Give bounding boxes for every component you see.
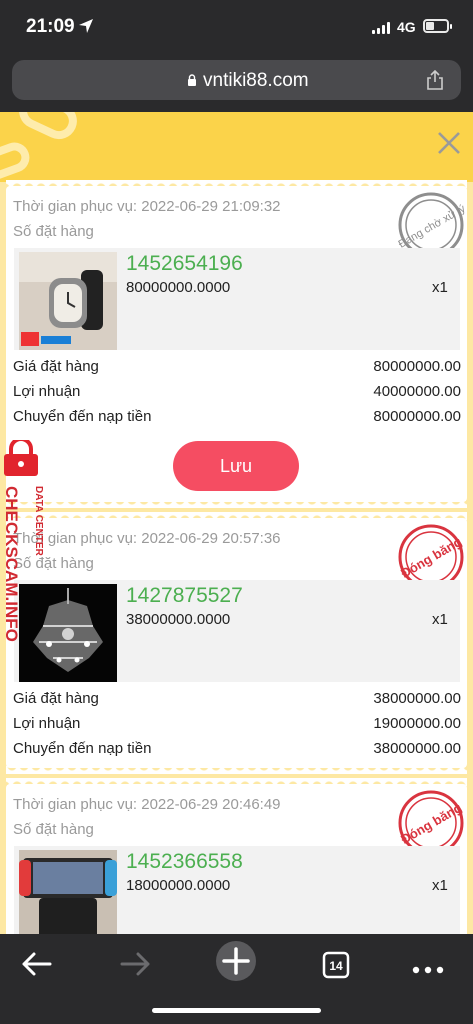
service-time: Thời gian phục vụ: 2022-06-29 21:09:32 xyxy=(13,198,281,215)
product-price: 80000000.0000 xyxy=(126,279,231,296)
order-card: Thời gian phục vụ: 2022-06-29 20:46:49 S… xyxy=(6,784,467,934)
address-bar[interactable]: vntiki88.com xyxy=(12,60,461,100)
profit-row: Lợi nhuận 40000000.00 xyxy=(13,383,461,400)
order-card: Thời gian phục vụ: 2022-06-29 21:09:32 S… xyxy=(6,186,467,508)
signal-icon xyxy=(372,22,390,34)
watermark: DATA CENTER CHECKSCAM.INFO xyxy=(2,440,44,642)
order-number-label: Số đặt hàng xyxy=(13,223,94,240)
tabs-icon[interactable]: 14 xyxy=(320,944,352,984)
forward-arrow-icon[interactable] xyxy=(116,944,154,984)
product-box[interactable]: 1452654196 80000000.0000 x1 xyxy=(14,248,460,350)
product-qty: x1 xyxy=(432,611,448,628)
product-price: 18000000.0000 xyxy=(126,877,231,894)
transfer-row: Chuyển đến nạp tiền 38000000.00 xyxy=(13,740,461,757)
network-type: 4G xyxy=(397,19,416,35)
product-image-console xyxy=(19,850,117,934)
product-qty: x1 xyxy=(432,279,448,296)
stamp-text: Đóng băng xyxy=(398,800,464,847)
location-arrow-icon xyxy=(79,19,93,33)
stamp-text: Đóng băng xyxy=(398,534,464,581)
order-card: Thời gian phục vụ: 2022-06-29 20:57:36 S… xyxy=(6,518,467,774)
product-price: 38000000.0000 xyxy=(126,611,231,628)
product-qty: x1 xyxy=(432,877,448,894)
product-image-watch xyxy=(19,252,117,350)
product-box[interactable]: 1427875527 38000000.0000 x1 xyxy=(14,580,460,682)
watermark-line1: DATA CENTER xyxy=(33,486,44,557)
service-time: Thời gian phục vụ: 2022-06-29 20:46:49 xyxy=(13,796,281,813)
close-icon[interactable] xyxy=(436,130,462,156)
more-icon[interactable] xyxy=(410,944,446,984)
transfer-row: Chuyển đến nạp tiền 80000000.00 xyxy=(13,408,461,425)
product-id: 1452654196 xyxy=(126,252,243,275)
order-page: Thời gian phục vụ: 2022-06-29 21:09:32 S… xyxy=(0,112,473,934)
order-price-row: Giá đặt hàng 38000000.00 xyxy=(13,690,461,707)
product-box[interactable]: 1452366558 18000000.0000 x1 xyxy=(14,846,460,934)
service-time: Thời gian phục vụ: 2022-06-29 20:57:36 xyxy=(13,530,281,547)
product-id: 1427875527 xyxy=(126,584,243,607)
share-icon[interactable] xyxy=(426,70,444,90)
lock-icon xyxy=(188,74,196,86)
new-tab-plus-icon[interactable] xyxy=(215,940,257,982)
status-bar: 21:09 4G xyxy=(0,0,473,58)
home-indicator xyxy=(152,1008,321,1013)
save-button[interactable]: Lưu xyxy=(173,441,299,491)
browser-address-area: vntiki88.com xyxy=(0,58,473,112)
order-number-label: Số đặt hàng xyxy=(13,821,94,838)
watermark-line2: CHECKSCAM.INFO xyxy=(2,486,21,642)
back-arrow-icon[interactable] xyxy=(18,944,56,984)
profit-row: Lợi nhuận 19000000.00 xyxy=(13,715,461,732)
battery-icon xyxy=(423,19,449,33)
order-price-row: Giá đặt hàng 80000000.00 xyxy=(13,358,461,375)
tab-count: 14 xyxy=(329,959,343,973)
status-time: 21:09 xyxy=(26,16,75,37)
url-text: vntiki88.com xyxy=(203,70,309,91)
product-id: 1452366558 xyxy=(126,850,243,873)
